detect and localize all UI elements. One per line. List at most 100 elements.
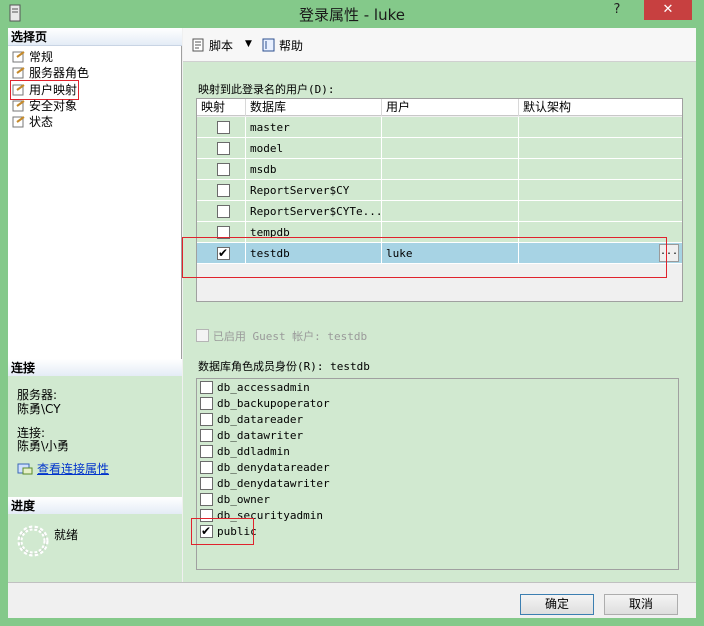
grid-header: 映射 数据库 用户 默认架构 [197,99,682,116]
page-general-label: 常规 [29,50,54,64]
schema-cell[interactable] [519,201,682,222]
connection-info: 服务器: 陈勇\CY 连接: 陈勇\小勇 查看连接属性 [8,376,182,504]
user-cell[interactable] [382,138,519,159]
database-cell: model [246,138,382,159]
database-cell: ReportServer$CY [246,180,382,201]
map-checkbox[interactable] [217,142,230,155]
role-name: db_datareader [217,413,304,426]
schema-cell[interactable] [519,117,682,138]
help-icon [262,38,275,52]
table-row[interactable]: msdb [197,159,682,180]
table-row[interactable]: ReportServer$CYTe... [197,201,682,222]
role-checkbox[interactable] [200,477,213,490]
progress-status: 就绪 [54,528,79,542]
map-cell[interactable] [197,138,246,159]
role-checkbox[interactable] [200,413,213,426]
help-title-button[interactable]: ? [606,0,628,20]
map-cell[interactable] [197,201,246,222]
select-page-header: 选择页 [8,28,182,46]
button-bar: 确定 取消 [8,582,696,618]
title-bar[interactable]: 登录属性 - luke ? ✕ [0,0,704,28]
schema-cell[interactable] [519,138,682,159]
map-checkbox[interactable] [217,205,230,218]
script-button[interactable]: 脚本 [191,37,233,54]
guest-enabled: 已启用 Guest 帐户: testdb [196,328,367,344]
page-status-label: 状态 [29,115,54,129]
col-database[interactable]: 数据库 [246,99,382,116]
table-row[interactable]: ReportServer$CY [197,180,682,201]
help-label: 帮助 [279,39,304,53]
page-user-mapping[interactable]: 用户映射 [9,80,80,100]
col-default-schema[interactable]: 默认架构 [519,99,682,116]
page-server-roles[interactable]: 服务器角色 [12,65,89,81]
role-name: db_ddladmin [217,445,290,458]
close-button[interactable]: ✕ [644,0,692,20]
role-checkbox[interactable] [200,493,213,506]
map-cell[interactable] [197,117,246,138]
properties-icon [17,463,33,475]
ok-button[interactable]: 确定 [520,594,594,615]
progress-info: 就绪 [8,514,182,582]
page-icon [12,84,25,96]
page-user-mapping-label: 用户映射 [29,83,78,97]
page-icon [12,51,25,63]
server-value: 陈勇\CY [17,402,61,416]
map-cell[interactable] [197,159,246,180]
roles-label: 数据库角色成员身份(R): testdb [198,360,370,373]
role-name: db_denydatareader [217,461,330,474]
user-cell[interactable] [382,180,519,201]
view-connection-properties-link[interactable]: 查看连接属性 [37,462,109,476]
table-row[interactable]: master [197,117,682,138]
script-icon [192,38,204,52]
role-checkbox[interactable] [200,461,213,474]
role-checkbox[interactable] [200,445,213,458]
script-dropdown-chevron-icon[interactable]: ▼ [245,39,252,49]
database-cell: master [246,117,382,138]
map-cell[interactable] [197,180,246,201]
role-checkbox[interactable] [200,397,213,410]
page-icon [12,67,25,79]
cancel-button[interactable]: 取消 [604,594,678,615]
progress-spinner-icon [17,525,49,557]
role-membership-list[interactable]: db_accessadmin db_backupoperator db_datare… [196,378,679,570]
user-cell[interactable] [382,159,519,180]
help-button[interactable]: 帮助 [261,37,303,54]
login-properties-window: 登录属性 - luke ? ✕ 选择页 常规 服务器角色 用户映射 安全对象 状… [0,0,704,626]
user-cell[interactable] [382,117,519,138]
map-checkbox[interactable] [217,163,230,176]
highlight-public-role [191,518,254,545]
view-connection-properties[interactable]: 查看连接属性 [17,460,109,477]
role-name: db_datawriter [217,429,304,442]
window-title: 登录属性 - luke [298,6,405,24]
page-securables-label: 安全对象 [29,99,78,113]
schema-cell[interactable] [519,180,682,201]
connection-header: 连接 [8,359,182,377]
role-name: db_owner [217,493,270,506]
right-pane: 脚本 ▼ 帮助 映射到此登录名的用户(D): 映射 数据库 用户 默认架构 ma… [182,28,696,582]
database-cell: ReportServer$CYTe... [246,201,382,222]
dialog-client: 选择页 常规 服务器角色 用户映射 安全对象 状态 连接 服务器: 陈勇\CY … [8,28,696,618]
page-icon [12,116,25,128]
progress-header: 进度 [8,497,182,515]
map-checkbox[interactable] [217,121,230,134]
role-name: db_backupoperator [217,397,330,410]
table-row[interactable]: model [197,138,682,159]
role-checkbox[interactable] [200,429,213,442]
toolbar: 脚本 ▼ 帮助 [183,28,696,62]
schema-cell[interactable] [519,159,682,180]
page-securables[interactable]: 安全对象 [12,98,77,114]
page-general[interactable]: 常规 [12,49,53,65]
connection-value: 陈勇\小勇 [17,439,70,453]
mapping-label: 映射到此登录名的用户(D): [198,83,335,96]
page-status[interactable]: 状态 [12,114,53,130]
highlight-testdb-row [182,237,667,278]
guest-label: 已启用 Guest 帐户: testdb [212,330,368,343]
col-user[interactable]: 用户 [382,99,519,116]
script-label: 脚本 [209,39,234,53]
col-map[interactable]: 映射 [197,99,246,116]
map-checkbox[interactable] [217,184,230,197]
user-cell[interactable] [382,201,519,222]
page-server-roles-label: 服务器角色 [29,66,90,80]
role-name: db_denydatawriter [217,477,330,490]
role-checkbox[interactable] [200,381,213,394]
